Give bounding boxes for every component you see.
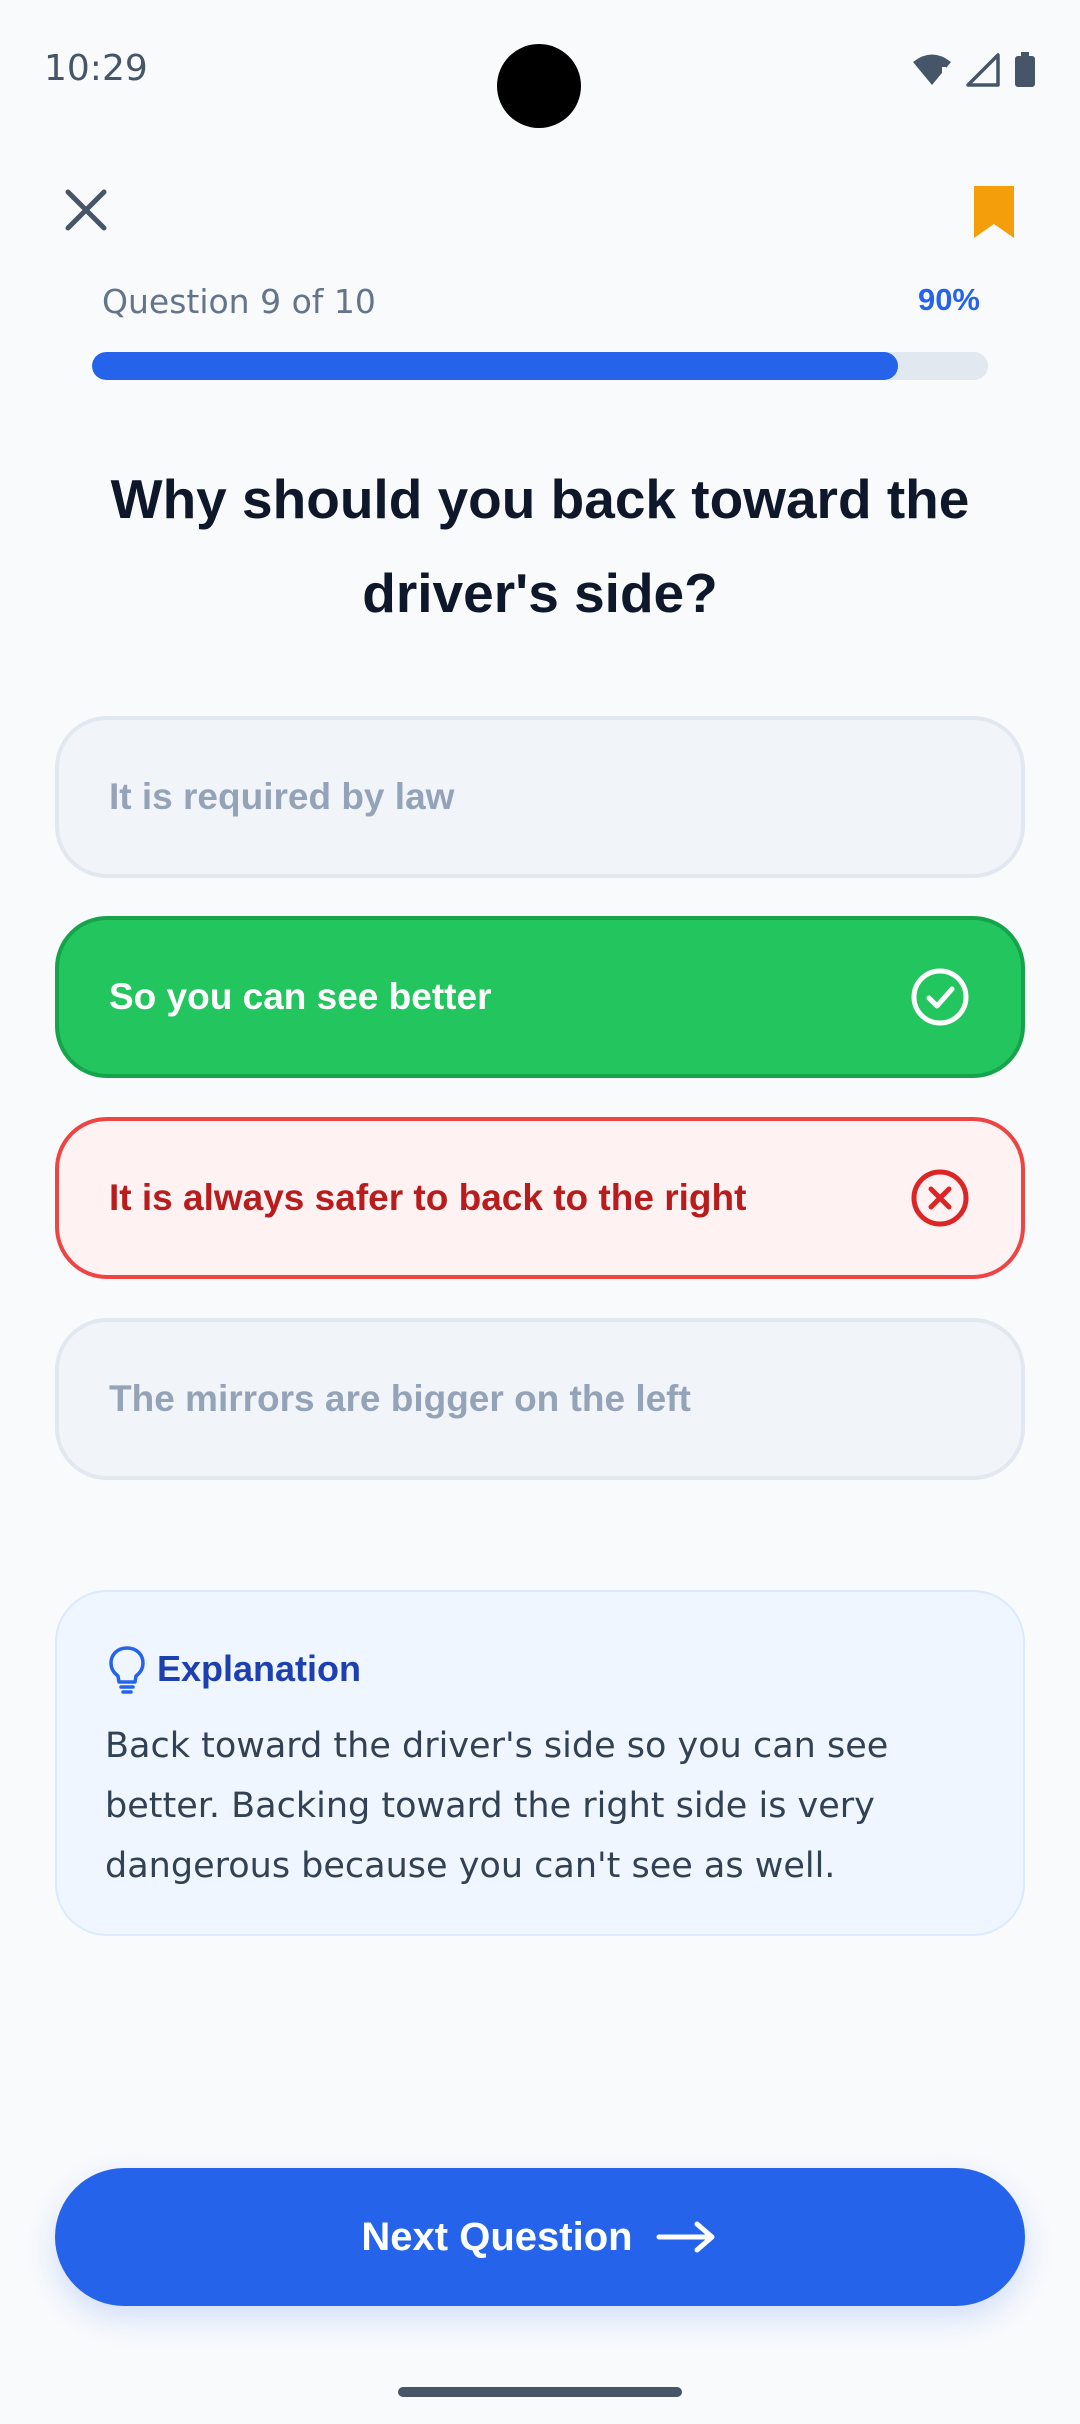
answer-option-label: The mirrors are bigger on the left bbox=[109, 1378, 691, 1419]
camera-cutout bbox=[497, 44, 581, 128]
answer-option-4[interactable]: The mirrors are bigger on the left bbox=[55, 1318, 1025, 1480]
arrow-right-icon bbox=[656, 2221, 715, 2253]
check-circle-icon bbox=[911, 968, 969, 1026]
question-text: Why should you back toward the driver's … bbox=[110, 468, 970, 624]
bookmark-button[interactable] bbox=[964, 182, 1024, 242]
explanation-title: Explanation bbox=[157, 1648, 362, 1689]
lightbulb-icon bbox=[109, 1646, 145, 1694]
explanation-card: Explanation Back toward the driver's sid… bbox=[55, 1590, 1025, 1936]
quiz-screen: 10:29 Question 9 of 10 90% Why should yo… bbox=[0, 0, 1080, 2424]
next-question-label: Next Question bbox=[361, 2214, 633, 2259]
status-icons bbox=[912, 52, 1036, 88]
explanation-header: Explanation bbox=[105, 1644, 975, 1694]
progress-label: Question 9 of 10 bbox=[102, 282, 376, 321]
explanation-text: Back toward the driver's side so you can… bbox=[105, 1726, 889, 1886]
status-time: 10:29 bbox=[44, 48, 148, 89]
progress-fill bbox=[92, 352, 899, 380]
progress-bar bbox=[92, 352, 988, 380]
answer-option-1[interactable]: It is required by law bbox=[55, 716, 1025, 878]
close-icon bbox=[65, 189, 107, 231]
close-button[interactable] bbox=[56, 180, 116, 240]
bookmark-icon bbox=[974, 186, 1014, 238]
answer-option-3-wrong[interactable]: It is always safer to back to the right bbox=[55, 1117, 1025, 1279]
next-question-button[interactable]: Next Question bbox=[55, 2168, 1025, 2306]
home-indicator[interactable] bbox=[398, 2387, 682, 2397]
signal-icon bbox=[966, 53, 1000, 87]
wifi-icon bbox=[913, 54, 951, 85]
battery-icon bbox=[1015, 52, 1035, 87]
answer-option-2-correct[interactable]: So you can see better bbox=[55, 916, 1025, 1078]
x-circle-icon bbox=[911, 1169, 969, 1227]
answer-option-label: So you can see better bbox=[109, 976, 492, 1017]
answer-option-label: It is always safer to back to the right bbox=[109, 1177, 747, 1218]
answer-option-label: It is required by law bbox=[109, 776, 455, 817]
progress-percent: 90% bbox=[917, 282, 980, 317]
